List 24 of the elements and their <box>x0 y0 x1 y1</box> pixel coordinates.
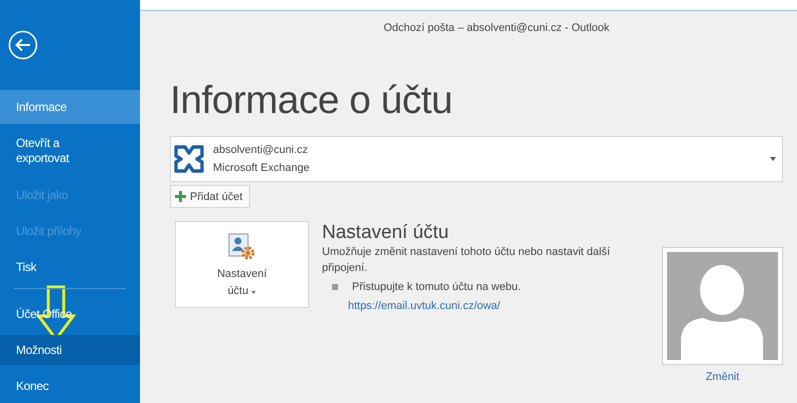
change-photo-link[interactable]: Změnit <box>706 371 740 383</box>
exchange-icon <box>173 144 205 174</box>
plus-icon <box>175 191 186 202</box>
account-settings-icon <box>227 232 257 262</box>
page-heading: Informace o účtu <box>170 78 454 124</box>
account-dropdown[interactable]: absolventi@cuni.cz Microsoft Exchange <box>170 136 783 182</box>
bullet-icon <box>332 284 338 290</box>
section-description: Umožňuje změnit nastavení tohoto účtu nebo nastavit další připojení. <box>322 245 612 276</box>
window-title: Odchozí pošta – absolventi@cuni.cz - Outlook <box>382 21 610 34</box>
account-settings-button[interactable]: Nastavení účtu <box>175 221 309 308</box>
menu-item[interactable]: Konec <box>0 371 140 401</box>
section-heading: Nastavení účtu <box>322 225 450 241</box>
menu-item[interactable]: Tisk <box>0 252 140 282</box>
account-email: absolventi@cuni.cz <box>213 143 309 158</box>
add-account-button[interactable]: Přidat účet <box>170 185 250 208</box>
account-type: Microsoft Exchange <box>213 161 310 176</box>
caret-icon <box>251 291 256 294</box>
menu-item[interactable]: Možnosti <box>0 335 140 365</box>
caret-icon <box>770 157 776 161</box>
web-link[interactable]: https://email.uvtuk.cuni.cz/owa/ <box>348 298 500 314</box>
menu-item[interactable]: Otevřít a exportovat <box>0 130 140 174</box>
back-icon[interactable] <box>8 30 38 60</box>
bullet-text: Přistupujte k tomuto účtu na webu. <box>352 280 521 295</box>
menu-item[interactable]: Informace <box>0 90 140 124</box>
